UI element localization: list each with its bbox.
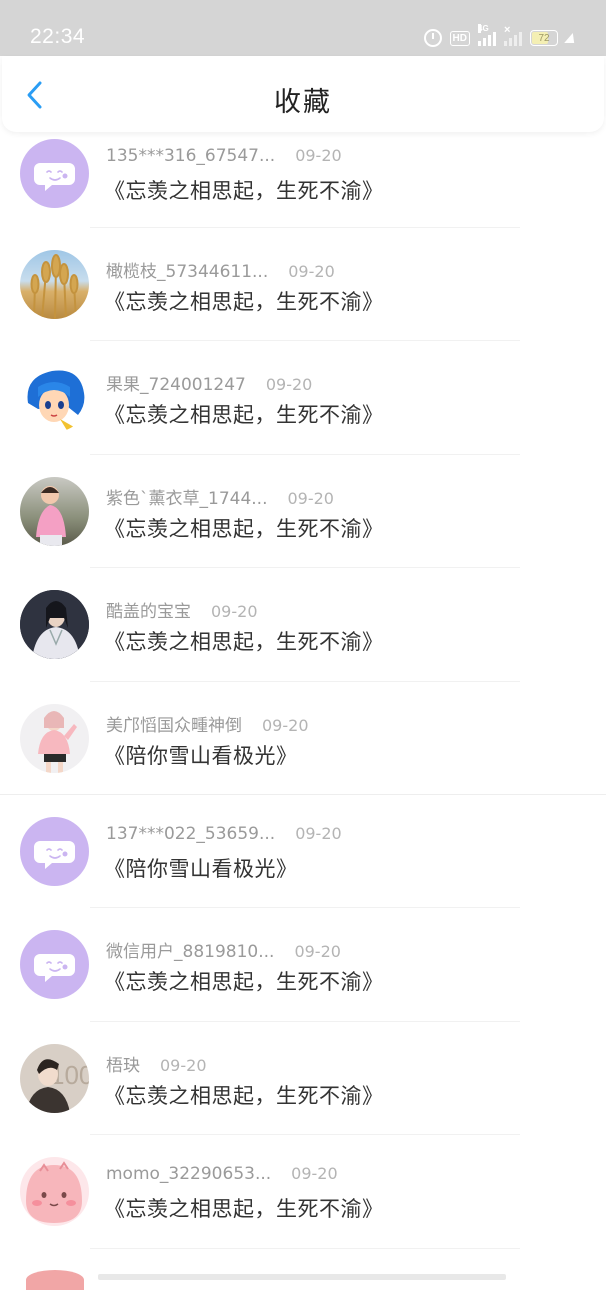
story-title: 《忘羡之相思起，生死不渝》 [104,1197,384,1222]
story-title: 《忘羡之相思起，生死不渝》 [104,290,384,314]
pink-character-image [26,1161,82,1224]
bottom-placeholder-bar [98,1274,506,1280]
divider [90,1247,520,1249]
date: 09-20 [211,602,258,622]
default-avatar-chat-icon [34,840,75,869]
story-title: 《忘羡之相思起，生死不渝》 [104,970,384,995]
avatar [20,816,89,886]
date: 09-20 [287,488,334,508]
date: 09-20 [288,262,335,281]
list-item[interactable]: 美邝慆国众畽神倒 09-20 《陪你雪山看极光》 [0,682,606,795]
list-item[interactable]: 酷盖的宝宝 09-20 《忘羡之相思起，生死不渝》 [0,568,606,682]
username: momo_32290653... 09-20 [106,1164,338,1185]
avatar [20,363,89,433]
list-item[interactable]: 135***316_67547... 09-20 《忘羡之相思起，生死不渝》 [0,132,606,228]
username: 美邝慆国众畽神倒 09-20 [106,715,309,736]
story-title: 《忘羡之相思起，生死不渝》 [104,179,384,203]
anime-character-image [27,370,85,433]
girl-photo [38,710,77,773]
list-item[interactable]: 100 梧玦09-20 《忘羡之相思起，生死不渝》 [0,1022,606,1136]
avatar [20,250,89,319]
avatar [20,930,89,1000]
alarm-icon [423,29,442,47]
username: 橄榄枝_57344611... 09-20 [106,262,335,282]
avatar [20,703,89,773]
username: 梧玦 09-20 [106,1055,207,1076]
page-title: 收藏 [274,87,332,118]
avatar: 100 [20,1043,89,1113]
list-item[interactable]: 137***022_53659... 09-20 《陪你雪山看极光》 [0,795,606,909]
list-item[interactable]: 紫色`薰衣草_1744... 09-20 《忘羡之相思起，生死不渝》 [0,455,606,569]
status-icons: HD 4G × 72 [423,24,578,49]
story-title: 《忘羡之相思起，生死不渝》 [104,630,384,655]
username: 果果_724001247 09-20 [106,375,313,396]
default-avatar-chat-icon [34,954,75,983]
signal-2-icon: × [504,24,522,46]
status-bar: 22:34 HD 4G × 72 [0,0,606,56]
header: 收藏 [2,56,604,132]
battery-icon: 72 [530,30,558,46]
story-title: 《忘羡之相思起，生死不渝》 [104,403,384,428]
list-item[interactable]: 微信用户_8819810... 09-20 《忘羡之相思起，生死不渝》 [0,908,606,1022]
date: 09-20 [262,715,309,735]
costume-person-photo [20,590,89,660]
child-photo [36,485,66,546]
list-item[interactable]: 果果_724001247 09-20 《忘羡之相思起，生死不渝》 [0,341,606,455]
network-label: 4G [478,24,489,33]
story-title: 《忘羡之相思起，生死不渝》 [104,1083,384,1108]
avatar [20,590,89,660]
wheat-image [30,254,79,319]
favorites-list: 135***316_67547... 09-20 《忘羡之相思起，生死不渝》 橄榄… [0,132,606,1249]
man-photo: 100 [26,1058,89,1113]
date: 09-20 [294,942,341,962]
username: 紫色`薰衣草_1744... 09-20 [106,488,334,509]
list-item[interactable]: momo_32290653... 09-20 《忘羡之相思起，生死不渝》 [0,1135,606,1249]
avatar [20,139,89,208]
date: 09-20 [295,146,342,165]
date: 09-20 [160,1055,207,1075]
hd-badge: HD [449,30,470,46]
username: 137***022_53659... 09-20 [106,823,342,844]
username: 酷盖的宝宝 09-20 [106,602,258,623]
default-avatar-chat-icon [34,163,75,191]
avatar [20,1157,89,1227]
list-item[interactable]: 橄榄枝_57344611... 09-20 《忘羡之相思起，生死不渝》 [0,228,606,342]
username: 135***316_67547... 09-20 [106,146,342,166]
avatar [26,1270,84,1290]
avatar [20,476,89,546]
date: 09-20 [265,375,313,395]
battery-level: 72 [538,32,550,44]
date: 09-20 [295,823,342,843]
story-title: 《陪你雪山看极光》 [104,856,298,881]
story-title: 《陪你雪山看极光》 [104,743,298,768]
date: 09-20 [291,1164,338,1184]
story-title: 《忘羡之相思起，生死不渝》 [104,516,384,541]
username: 微信用户_8819810... 09-20 [106,942,341,963]
signal-icon: 4G [478,24,496,46]
charging-icon [564,33,578,43]
status-time: 22:34 [30,25,86,48]
